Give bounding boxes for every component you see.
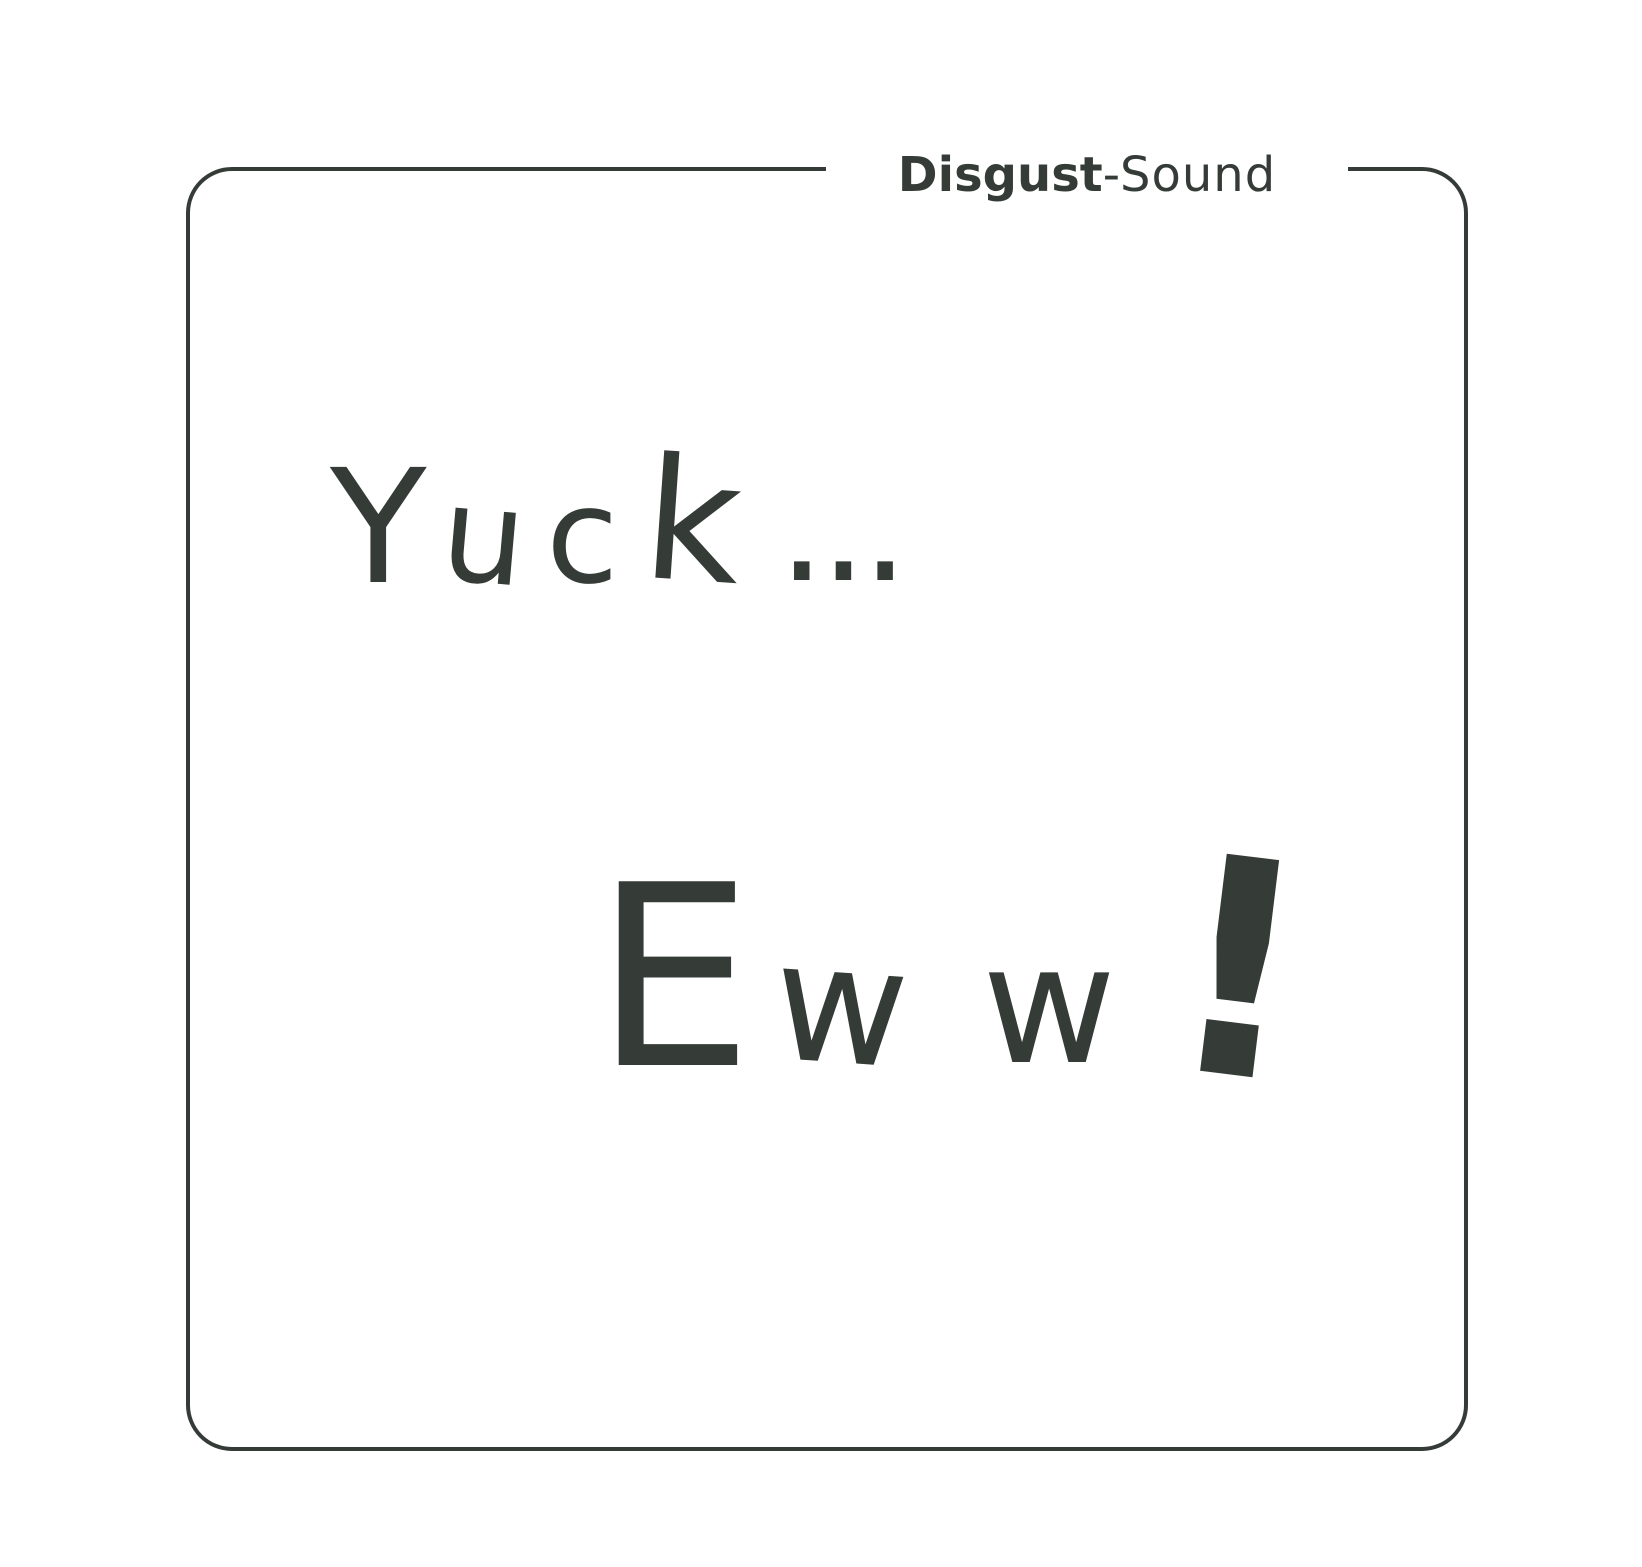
word1-letter-Y: Y — [329, 436, 427, 620]
word1-letter-c: c — [546, 460, 619, 614]
word2-letter-w-second: w — [982, 910, 1116, 1101]
word1-letter-k: k — [637, 421, 748, 623]
word1-letter-u: u — [435, 457, 532, 618]
sound-lettering: Y u c k ... E w w ! — [329, 421, 1328, 1153]
word2-exclamation: ! — [1150, 790, 1328, 1153]
word1-ellipsis: ... — [778, 442, 903, 616]
word2-letter-w-first: w — [767, 906, 914, 1106]
word2-letter-E: E — [594, 832, 753, 1125]
